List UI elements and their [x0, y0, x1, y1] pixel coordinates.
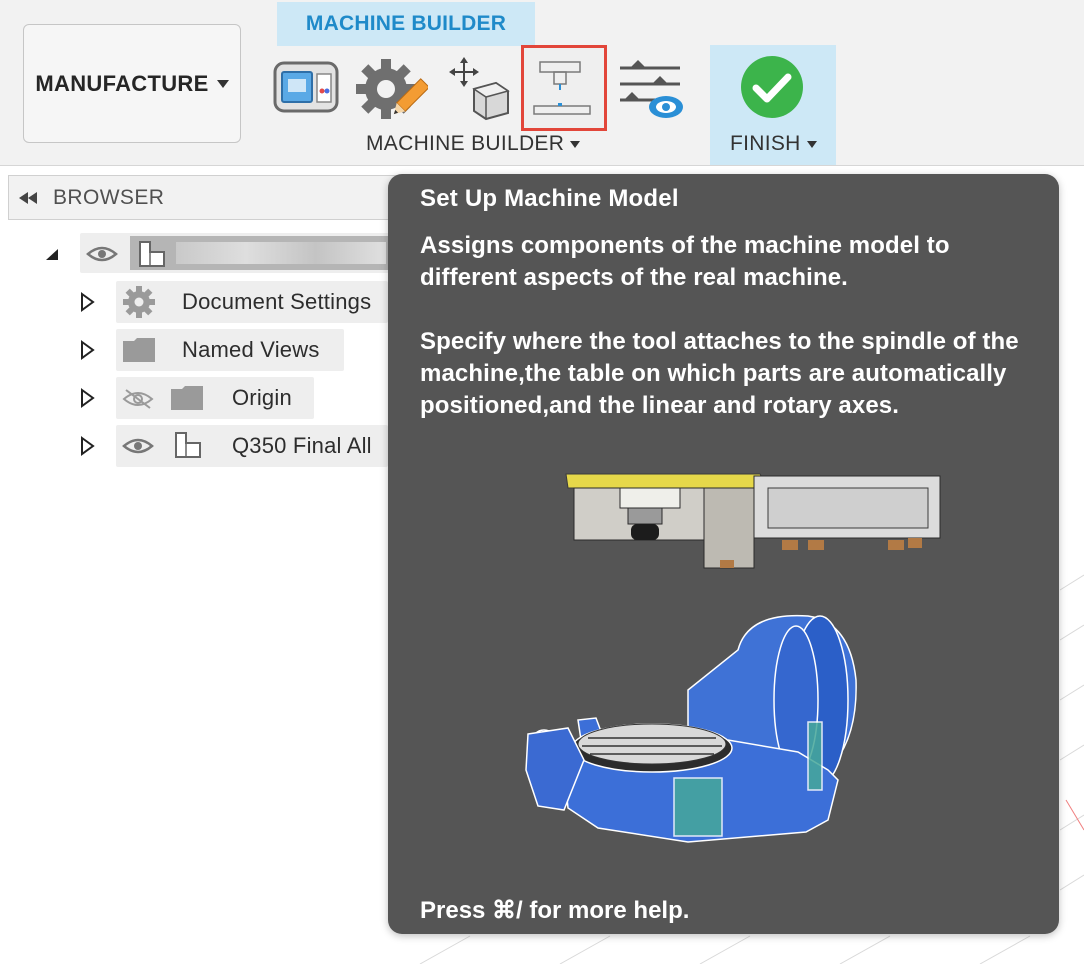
- expand-triangle-icon[interactable]: [80, 292, 96, 312]
- tree-item-label: Named Views: [182, 337, 320, 362]
- chevron-down-icon: [570, 140, 581, 148]
- collapse-panel-icon[interactable]: [19, 191, 39, 205]
- tree-item-label: Origin: [232, 385, 292, 410]
- eye-icon[interactable]: [86, 244, 118, 264]
- machine-simulation-icon[interactable]: [616, 56, 686, 122]
- tooltip-title: Set Up Machine Model: [420, 185, 679, 212]
- tree-item-label: Q350 Final All: [232, 433, 372, 458]
- finish-check-icon: [741, 56, 803, 118]
- chevron-down-icon: [216, 79, 229, 88]
- gear-icon: [123, 286, 155, 318]
- folder-icon: [123, 338, 155, 362]
- tooltip-help-hint: Press ⌘/ for more help.: [420, 897, 690, 924]
- workspace-label: MANUFACTURE: [35, 70, 209, 96]
- tooltip-description: Assigns components of the machine model …: [420, 232, 1019, 419]
- machine-builder-group-label: MACHINE BUILDER: [366, 132, 565, 155]
- eye-icon[interactable]: [122, 436, 154, 456]
- tree-item-label: Document Settings: [182, 289, 372, 314]
- workspace-dropdown[interactable]: MANUFACTURE: [23, 24, 241, 143]
- set-up-machine-model-button[interactable]: [521, 45, 607, 131]
- tab-machine-builder[interactable]: MACHINE BUILDER: [277, 2, 535, 46]
- expand-triangle-icon[interactable]: [80, 436, 96, 456]
- machine-settings-icon[interactable]: [356, 56, 428, 122]
- collapse-triangle-icon[interactable]: [44, 248, 60, 262]
- expand-triangle-icon[interactable]: [80, 388, 96, 408]
- redacted-component-name: [176, 242, 386, 264]
- move-component-icon[interactable]: [446, 55, 512, 121]
- machine-builder-group-dropdown[interactable]: MACHINE BUILDER: [366, 132, 581, 156]
- folder-icon: [171, 386, 203, 410]
- browser-header[interactable]: BROWSER: [8, 175, 398, 220]
- set-up-machine-model-icon: [533, 61, 591, 115]
- tooltip-set-up-machine-model: Set Up Machine Model Assigns components …: [388, 174, 1059, 934]
- finish-label-row: FINISH: [730, 132, 817, 156]
- chevron-down-icon: [806, 140, 817, 148]
- machine-icon[interactable]: [272, 60, 340, 116]
- eye-hidden-icon[interactable]: [122, 388, 154, 410]
- finish-button[interactable]: FINISH: [710, 45, 836, 165]
- browser-title: BROWSER: [53, 185, 165, 209]
- expand-triangle-icon[interactable]: [80, 340, 96, 360]
- toolbar: MANUFACTURE MACHINE BUILDER MACHINE BUIL…: [0, 0, 1084, 166]
- finish-label: FINISH: [730, 132, 801, 155]
- component-icon: [139, 241, 165, 267]
- component-icon: [175, 432, 201, 458]
